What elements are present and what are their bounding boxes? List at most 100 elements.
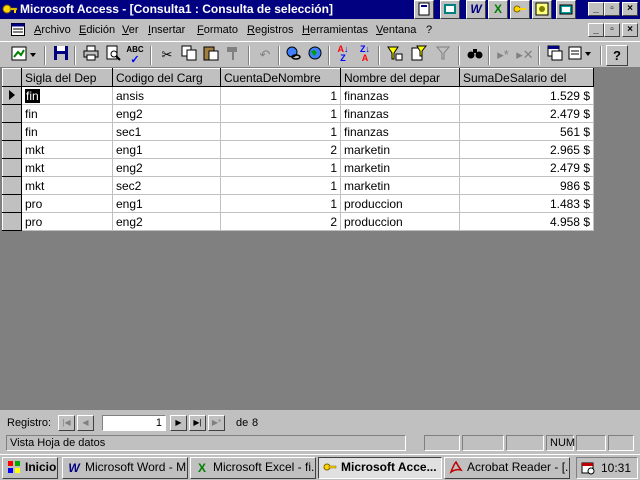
table-cell[interactable]: 1 <box>220 104 341 123</box>
record-selector[interactable] <box>2 140 22 159</box>
table-cell[interactable]: 2 <box>220 140 341 159</box>
sort-ascending-icon[interactable]: A↓ Z <box>332 45 354 66</box>
table-cell[interactable]: sec2 <box>112 176 221 195</box>
next-record-button[interactable]: ▶ <box>170 415 187 431</box>
sort-descending-icon[interactable]: Z↓ A <box>354 45 376 66</box>
column-header[interactable]: SumaDeSalario del <box>459 68 594 87</box>
view-icon[interactable] <box>8 45 40 66</box>
table-cell[interactable]: 2 <box>220 212 341 231</box>
table-cell[interactable]: sec1 <box>112 122 221 141</box>
access-shortcut-icon[interactable] <box>510 0 530 19</box>
column-header[interactable]: Sigla del Dep <box>21 68 113 87</box>
table-row[interactable]: pro eng2 2 produccion 4.958 $ <box>2 212 594 231</box>
database-window-icon[interactable] <box>544 45 566 66</box>
new-record-icon[interactable]: ▸* <box>492 45 514 66</box>
table-cell[interactable]: eng2 <box>112 158 221 177</box>
table-cell[interactable]: 2.965 $ <box>459 140 594 159</box>
table-cell[interactable]: marketin <box>340 176 460 195</box>
table-row[interactable]: mkt eng1 2 marketin 2.965 $ <box>2 140 594 159</box>
table-row[interactable]: fin sec1 1 finanzas 561 $ <box>2 122 594 141</box>
table-cell[interactable]: ansis <box>112 86 221 105</box>
undo-icon[interactable]: ↶ <box>254 45 276 66</box>
close-button[interactable]: × <box>622 2 638 16</box>
binder-shortcut-icon[interactable] <box>532 0 552 19</box>
column-header[interactable]: CuentaDeNombre <box>220 68 341 87</box>
menu-ver[interactable]: Ver <box>122 24 139 36</box>
task-excel[interactable]: X Microsoft Excel - fi... <box>190 457 316 479</box>
table-cell[interactable]: 1 <box>220 122 341 141</box>
previous-record-button[interactable]: ◀ <box>77 415 94 431</box>
table-row[interactable]: pro eng1 1 produccion 1.483 $ <box>2 194 594 213</box>
table-cell[interactable]: 1.529 $ <box>459 86 594 105</box>
menu-edicion[interactable]: Edición <box>79 24 115 36</box>
select-all-corner[interactable] <box>2 68 22 87</box>
save-icon[interactable] <box>50 45 72 66</box>
table-cell[interactable]: 1.483 $ <box>459 194 594 213</box>
query-document-icon[interactable] <box>11 23 25 36</box>
record-selector[interactable] <box>2 212 22 231</box>
table-cell[interactable]: fin <box>21 86 113 105</box>
record-selector[interactable] <box>2 158 22 177</box>
paste-icon[interactable] <box>200 45 222 66</box>
record-selector[interactable] <box>2 176 22 195</box>
copy-icon[interactable] <box>178 45 200 66</box>
table-cell[interactable]: 1 <box>220 194 341 213</box>
record-selector[interactable] <box>2 86 22 105</box>
excel-shortcut-icon[interactable]: X <box>488 0 508 19</box>
filter-by-form-icon[interactable] <box>408 45 430 66</box>
new-object-icon[interactable] <box>566 45 596 66</box>
record-selector[interactable] <box>2 122 22 141</box>
table-cell[interactable]: 1 <box>220 158 341 177</box>
table-cell[interactable]: 1 <box>220 176 341 195</box>
help-icon[interactable]: ? <box>606 45 628 66</box>
web-toolbar-icon[interactable] <box>304 45 326 66</box>
filter-by-selection-icon[interactable] <box>384 45 406 66</box>
first-record-button[interactable]: |◀ <box>58 415 75 431</box>
find-icon[interactable] <box>464 45 486 66</box>
hyperlink-icon[interactable] <box>282 45 304 66</box>
table-row[interactable]: fin eng2 1 finanzas 2.479 $ <box>2 104 594 123</box>
table-cell[interactable]: fin <box>21 122 113 141</box>
table-cell[interactable]: eng2 <box>112 212 221 231</box>
delete-record-icon[interactable]: ▸✕ <box>514 45 536 66</box>
table-row[interactable]: fin ansis 1 finanzas 1.529 $ <box>2 86 594 105</box>
table-cell[interactable]: 986 $ <box>459 176 594 195</box>
office-bar-icon[interactable] <box>440 0 460 19</box>
menu-ventana[interactable]: Ventana <box>376 24 416 36</box>
doc-minimize-button[interactable]: _ <box>588 23 604 37</box>
table-cell[interactable]: marketin <box>340 140 460 159</box>
horizontal-scrollbar[interactable] <box>270 415 638 431</box>
column-header[interactable]: Codigo del Carg <box>112 68 221 87</box>
record-selector[interactable] <box>2 104 22 123</box>
table-cell[interactable]: mkt <box>21 158 113 177</box>
table-cell[interactable]: 2.479 $ <box>459 104 594 123</box>
office-shortcut-icon[interactable] <box>414 0 434 19</box>
table-cell[interactable]: 1 <box>220 86 341 105</box>
table-cell[interactable]: finanzas <box>340 86 460 105</box>
menu-registros[interactable]: Registros <box>247 24 293 36</box>
menu-herramientas[interactable]: Herramientas <box>302 24 368 36</box>
table-cell[interactable]: pro <box>21 212 113 231</box>
menu-archivo[interactable]: Archivo <box>34 24 71 36</box>
scheduler-tray-icon[interactable] <box>581 461 595 478</box>
start-button[interactable]: Inicio <box>2 457 58 479</box>
cut-icon[interactable]: ✂ <box>156 45 178 66</box>
table-cell[interactable]: 2.479 $ <box>459 158 594 177</box>
table-cell[interactable]: produccion <box>340 194 460 213</box>
table-cell[interactable]: eng1 <box>112 194 221 213</box>
table-cell[interactable]: eng2 <box>112 104 221 123</box>
table-cell[interactable]: pro <box>21 194 113 213</box>
menu-formato[interactable]: Formato <box>197 24 238 36</box>
table-cell[interactable]: marketin <box>340 158 460 177</box>
table-cell[interactable]: 561 $ <box>459 122 594 141</box>
print-icon[interactable] <box>80 45 102 66</box>
doc-restore-button[interactable]: ▫ <box>604 23 620 37</box>
record-number-field[interactable]: 1 <box>102 415 166 431</box>
table-row[interactable]: mkt sec2 1 marketin 986 $ <box>2 176 594 195</box>
table-row[interactable]: mkt eng2 1 marketin 2.479 $ <box>2 158 594 177</box>
print-preview-icon[interactable] <box>102 45 124 66</box>
menu-insertar[interactable]: Insertar <box>148 24 185 36</box>
task-acrobat[interactable]: Acrobat Reader - [... <box>444 457 570 479</box>
table-cell[interactable]: finanzas <box>340 104 460 123</box>
word-shortcut-icon[interactable]: W <box>466 0 486 19</box>
